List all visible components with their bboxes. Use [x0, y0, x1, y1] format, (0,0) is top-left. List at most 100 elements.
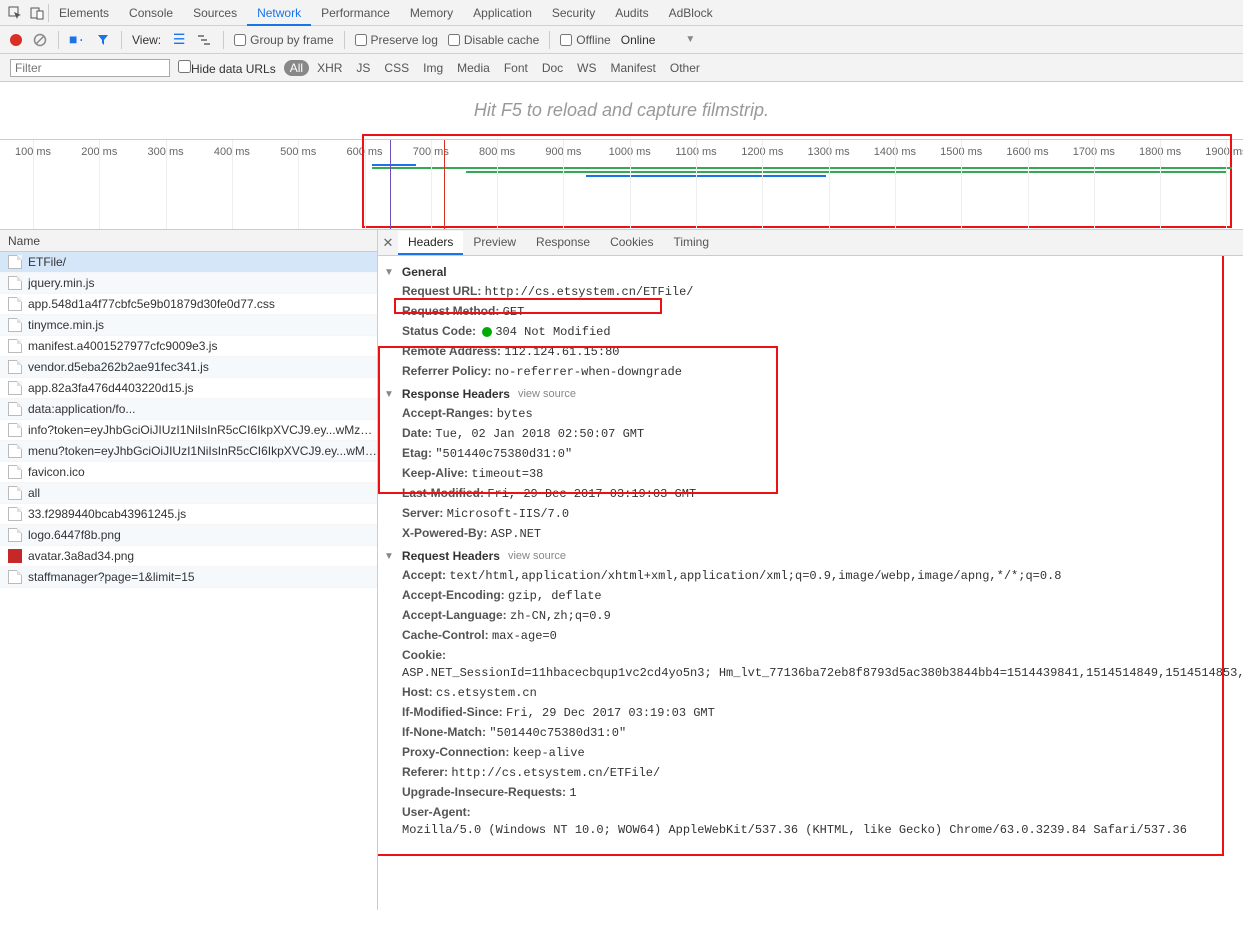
- file-icon: [8, 339, 22, 353]
- header-key: Accept-Language:: [402, 608, 510, 622]
- request-row[interactable]: 33.f2989440bcab43961245.js: [0, 504, 377, 525]
- file-icon: [8, 444, 22, 458]
- file-icon: [8, 465, 22, 479]
- request-row[interactable]: staffmanager?page=1&limit=15: [0, 567, 377, 588]
- filter-icon[interactable]: [95, 32, 111, 48]
- request-row[interactable]: app.82a3fa476d4403220d15.js: [0, 378, 377, 399]
- header-key: Proxy-Connection:: [402, 745, 513, 759]
- tab-console[interactable]: Console: [119, 2, 183, 24]
- filter-all[interactable]: All: [284, 60, 309, 76]
- name-column-header[interactable]: Name: [0, 230, 377, 252]
- filter-manifest[interactable]: Manifest: [605, 60, 662, 76]
- tab-elements[interactable]: Elements: [49, 2, 119, 24]
- hide-data-urls-checkbox[interactable]: Hide data URLs: [178, 60, 276, 76]
- tab-audits[interactable]: Audits: [605, 2, 658, 24]
- device-icon[interactable]: [26, 6, 48, 20]
- waterfall-icon[interactable]: [197, 32, 213, 48]
- header-value: ASP.NET_SessionId=11hbacecbqup1vc2cd4yo5…: [402, 666, 1243, 680]
- filter-doc[interactable]: Doc: [536, 60, 569, 76]
- header-key: Accept:: [402, 568, 449, 582]
- view-source-link[interactable]: view source: [508, 550, 566, 562]
- throttling-select[interactable]: Online: [621, 33, 656, 47]
- highlight-annotation: [378, 346, 778, 494]
- header-row: Accept-Language: zh-CN,zh;q=0.9: [378, 606, 1243, 626]
- filter-img[interactable]: Img: [417, 60, 449, 76]
- tab-sources[interactable]: Sources: [183, 2, 247, 24]
- request-name: data:application/fo...: [28, 402, 135, 416]
- detail-tab-preview[interactable]: Preview: [463, 231, 526, 255]
- request-row[interactable]: favicon.ico: [0, 462, 377, 483]
- section-header[interactable]: ▼General: [378, 262, 1243, 282]
- tab-adblock[interactable]: AdBlock: [659, 2, 723, 24]
- filter-xhr[interactable]: XHR: [311, 60, 348, 76]
- request-name: vendor.d5eba262b2ae91fec341.js: [28, 360, 209, 374]
- timeline-overview[interactable]: 100 ms200 ms300 ms400 ms500 ms600 ms700 …: [0, 140, 1243, 230]
- request-row[interactable]: jquery.min.js: [0, 273, 377, 294]
- detail-tab-timing[interactable]: Timing: [663, 231, 719, 255]
- request-row[interactable]: app.548d1a4f77cbfc5e9b01879d30fe0d77.css: [0, 294, 377, 315]
- request-row[interactable]: info?token=eyJhbGciOiJIUzI1NiIsInR5cCI6I…: [0, 420, 377, 441]
- filter-input[interactable]: [10, 59, 170, 77]
- status-dot-icon: [482, 327, 492, 337]
- filter-js[interactable]: JS: [350, 60, 376, 76]
- request-row[interactable]: data:application/fo...: [0, 399, 377, 420]
- detail-tab-response[interactable]: Response: [526, 231, 600, 255]
- file-icon: [8, 528, 22, 542]
- tab-network[interactable]: Network: [247, 2, 311, 26]
- request-row[interactable]: logo.6447f8b.png: [0, 525, 377, 546]
- request-row[interactable]: tinymce.min.js: [0, 315, 377, 336]
- header-row: Cookie: ASP.NET_SessionId=11hbacecbqup1v…: [378, 646, 1243, 683]
- inspect-icon[interactable]: [4, 6, 26, 20]
- header-row: If-None-Match: "501440c75380d31:0": [378, 723, 1243, 743]
- filter-ws[interactable]: WS: [571, 60, 602, 76]
- request-row[interactable]: all: [0, 483, 377, 504]
- close-icon[interactable]: ✕: [378, 235, 398, 251]
- detail-tab-headers[interactable]: Headers: [398, 231, 463, 255]
- tab-application[interactable]: Application: [463, 2, 542, 24]
- header-key: User-Agent:: [402, 805, 471, 819]
- image-file-icon: [8, 549, 22, 563]
- offline-checkbox[interactable]: Offline: [560, 33, 610, 47]
- capture-screenshots-icon[interactable]: ■۰: [69, 32, 85, 48]
- file-icon: [8, 276, 22, 290]
- request-row[interactable]: ETFile/: [0, 252, 377, 273]
- request-row[interactable]: avatar.3a8ad34.png: [0, 546, 377, 567]
- file-icon: [8, 381, 22, 395]
- request-name: favicon.ico: [28, 465, 85, 479]
- header-key: Request URL:: [402, 284, 485, 298]
- clear-icon[interactable]: [32, 32, 48, 48]
- detail-tab-cookies[interactable]: Cookies: [600, 231, 663, 255]
- request-row[interactable]: vendor.d5eba262b2ae91fec341.js: [0, 357, 377, 378]
- tab-security[interactable]: Security: [542, 2, 605, 24]
- preserve-log-checkbox[interactable]: Preserve log: [355, 33, 438, 47]
- panel-tabs: ElementsConsoleSourcesNetworkPerformance…: [0, 0, 1243, 26]
- filter-media[interactable]: Media: [451, 60, 496, 76]
- header-value: 304 Not Modified: [495, 325, 610, 339]
- header-key: Accept-Encoding:: [402, 588, 508, 602]
- network-toolbar: ■۰ View: ☰ Group by frame Preserve log D…: [0, 26, 1243, 54]
- request-name: app.548d1a4f77cbfc5e9b01879d30fe0d77.css: [28, 297, 275, 311]
- header-value: http://cs.etsystem.cn/ETFile/: [451, 766, 660, 780]
- request-row[interactable]: menu?token=eyJhbGciOiJIUzI1NiIsInR5cCI6I…: [0, 441, 377, 462]
- record-icon[interactable]: [10, 34, 22, 46]
- group-by-frame-checkbox[interactable]: Group by frame: [234, 33, 333, 47]
- detail-tabs: ✕ HeadersPreviewResponseCookiesTiming: [378, 230, 1243, 256]
- filter-font[interactable]: Font: [498, 60, 534, 76]
- file-icon: [8, 570, 22, 584]
- filter-css[interactable]: CSS: [378, 60, 415, 76]
- section-header[interactable]: ▼Request Headersview source: [378, 546, 1243, 566]
- request-name: jquery.min.js: [28, 276, 94, 290]
- filter-other[interactable]: Other: [664, 60, 706, 76]
- tab-memory[interactable]: Memory: [400, 2, 463, 24]
- headers-view: ▼General Request URL: http://cs.etsystem.…: [378, 256, 1243, 910]
- request-name: ETFile/: [28, 255, 66, 269]
- header-value: Microsoft-IIS/7.0: [447, 507, 569, 521]
- large-rows-icon[interactable]: ☰: [171, 32, 187, 48]
- request-row[interactable]: manifest.a4001527977cfc9009e3.js: [0, 336, 377, 357]
- disable-cache-checkbox[interactable]: Disable cache: [448, 33, 539, 47]
- header-key: Status Code:: [402, 324, 479, 338]
- header-row: User-Agent: Mozilla/5.0 (Windows NT 10.0…: [378, 803, 1243, 840]
- request-name: staffmanager?page=1&limit=15: [28, 570, 195, 584]
- dropdown-icon[interactable]: ▼: [685, 34, 695, 45]
- tab-performance[interactable]: Performance: [311, 2, 400, 24]
